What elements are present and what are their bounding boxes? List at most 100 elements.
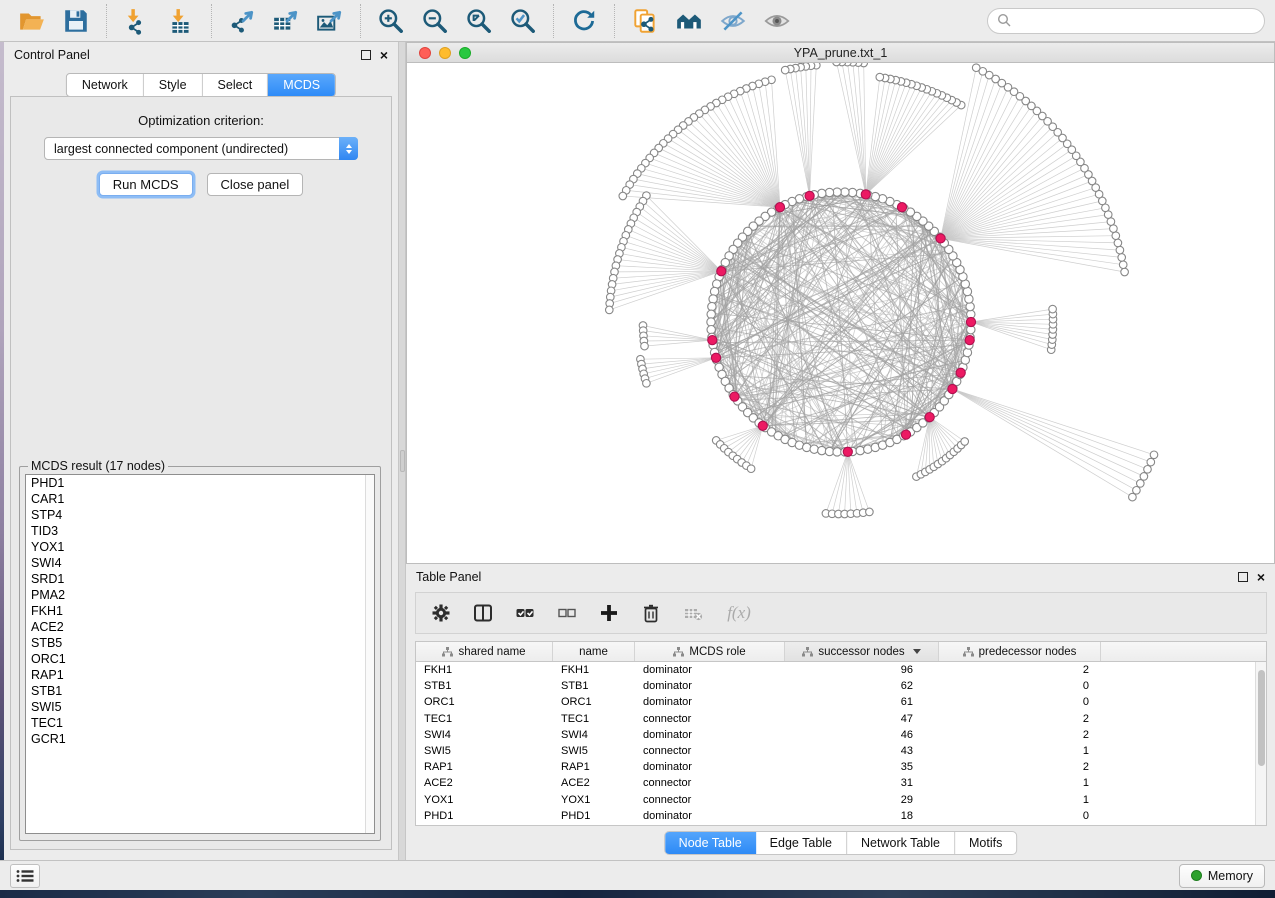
close-panel-button[interactable]: Close panel [207, 173, 304, 196]
table-row[interactable]: PHD1PHD1dominator180 [416, 808, 1255, 824]
network-hub-node[interactable] [956, 368, 965, 377]
mcds-result-item[interactable]: STP4 [26, 507, 374, 523]
zoom-in-button[interactable] [369, 2, 413, 40]
tab-select[interactable]: Select [203, 74, 269, 96]
column-view-button[interactable] [470, 600, 496, 626]
table-scrollbar[interactable] [1255, 662, 1266, 825]
network-node[interactable] [966, 302, 974, 310]
network-hub-node[interactable] [717, 267, 726, 276]
mcds-result-item[interactable]: ACE2 [26, 619, 374, 635]
network-node[interactable] [747, 465, 755, 473]
network-node[interactable] [708, 302, 716, 310]
network-hub-node[interactable] [901, 430, 910, 439]
network-node[interactable] [833, 63, 841, 66]
tab-network-table[interactable]: Network Table [847, 832, 955, 854]
table-row[interactable]: ACE2ACE2connector311 [416, 775, 1255, 791]
mcds-result-item[interactable]: PHD1 [26, 475, 374, 491]
network-node[interactable] [1137, 480, 1145, 488]
search-box[interactable] [987, 8, 1265, 34]
network-node[interactable] [833, 448, 841, 456]
table-row[interactable]: ORC1ORC1dominator610 [416, 694, 1255, 710]
function-builder-button[interactable]: f(x) [722, 600, 756, 626]
network-node[interactable] [825, 188, 833, 196]
memory-button[interactable]: Memory [1179, 864, 1265, 888]
table-row[interactable]: STB1STB1dominator620 [416, 678, 1255, 694]
tab-motifs[interactable]: Motifs [955, 832, 1016, 854]
network-hub-node[interactable] [730, 392, 739, 401]
tab-edge-table[interactable]: Edge Table [756, 832, 847, 854]
table-row[interactable]: RAP1RAP1dominator352 [416, 759, 1255, 775]
network-node[interactable] [781, 66, 789, 74]
zoom-out-button[interactable] [413, 2, 457, 40]
network-node[interactable] [818, 446, 826, 454]
open-session-button[interactable] [10, 2, 54, 40]
close-table-panel-icon[interactable]: × [1257, 572, 1265, 582]
mcds-result-item[interactable]: FKH1 [26, 603, 374, 619]
show-all-button[interactable] [755, 2, 799, 40]
float-table-panel-icon[interactable] [1238, 572, 1248, 582]
network-hub-node[interactable] [966, 317, 975, 326]
network-hub-node[interactable] [936, 234, 945, 243]
column-header-shared-name[interactable]: shared name [416, 642, 553, 661]
delete-column-button[interactable] [638, 600, 664, 626]
network-hub-node[interactable] [775, 203, 784, 212]
table-row[interactable]: YOX1YOX1connector291 [416, 792, 1255, 808]
network-node[interactable] [707, 318, 715, 326]
export-network-button[interactable] [220, 2, 264, 40]
table-settings-button[interactable] [428, 600, 454, 626]
column-header-predecessor-nodes[interactable]: predecessor nodes [939, 642, 1101, 661]
network-node[interactable] [1114, 239, 1122, 247]
mcds-result-item[interactable]: YOX1 [26, 539, 374, 555]
network-node[interactable] [1118, 254, 1126, 262]
network-node[interactable] [641, 342, 649, 350]
network-hub-node[interactable] [948, 384, 957, 393]
mcds-result-item[interactable]: TEC1 [26, 715, 374, 731]
splitter-grip-icon[interactable] [400, 450, 405, 472]
hide-selected-button[interactable] [711, 2, 755, 40]
network-hub-node[interactable] [861, 190, 870, 199]
mcds-result-item[interactable]: SRD1 [26, 571, 374, 587]
table-row[interactable]: SWI4SWI4dominator462 [416, 727, 1255, 743]
network-node[interactable] [1140, 473, 1148, 481]
tab-network[interactable]: Network [67, 74, 144, 96]
network-node[interactable] [841, 188, 849, 196]
network-node[interactable] [866, 508, 874, 516]
mcds-result-item[interactable]: CAR1 [26, 491, 374, 507]
network-node[interactable] [707, 310, 715, 318]
network-node[interactable] [810, 445, 818, 453]
mcds-result-item[interactable]: ORC1 [26, 651, 374, 667]
mcds-result-item[interactable]: PMA2 [26, 587, 374, 603]
network-node[interactable] [1121, 268, 1129, 276]
import-table-button[interactable] [159, 2, 203, 40]
network-node[interactable] [1112, 232, 1120, 240]
network-node[interactable] [961, 438, 969, 446]
refresh-layout-button[interactable] [562, 2, 606, 40]
vertical-splitter[interactable] [398, 42, 406, 860]
network-node[interactable] [643, 380, 651, 388]
column-header-MCDS-role[interactable]: MCDS role [635, 642, 785, 661]
network-node[interactable] [1116, 246, 1124, 254]
save-session-button[interactable] [54, 2, 98, 40]
mcds-result-item[interactable]: SWI5 [26, 699, 374, 715]
network-node[interactable] [1133, 487, 1141, 495]
mcds-result-item[interactable]: RAP1 [26, 667, 374, 683]
network-node[interactable] [876, 73, 884, 81]
network-node[interactable] [710, 287, 718, 295]
mcds-result-item[interactable]: TID3 [26, 523, 374, 539]
network-hub-node[interactable] [805, 191, 814, 200]
network-hub-node[interactable] [843, 447, 852, 456]
clone-network-button[interactable] [623, 2, 667, 40]
table-row[interactable]: SWI5SWI5connector431 [416, 743, 1255, 759]
network-node[interactable] [972, 64, 980, 72]
export-image-button[interactable] [308, 2, 352, 40]
network-view-titlebar[interactable]: YPA_prune.txt_1 [407, 43, 1274, 63]
task-history-button[interactable] [10, 864, 40, 888]
network-node[interactable] [619, 192, 627, 200]
mcds-result-item[interactable]: SWI4 [26, 555, 374, 571]
network-hub-node[interactable] [711, 353, 720, 362]
network-node[interactable] [606, 306, 614, 314]
network-node[interactable] [709, 295, 717, 303]
network-node[interactable] [818, 189, 826, 197]
tab-node-table[interactable]: Node Table [665, 832, 756, 854]
tab-style[interactable]: Style [144, 74, 203, 96]
